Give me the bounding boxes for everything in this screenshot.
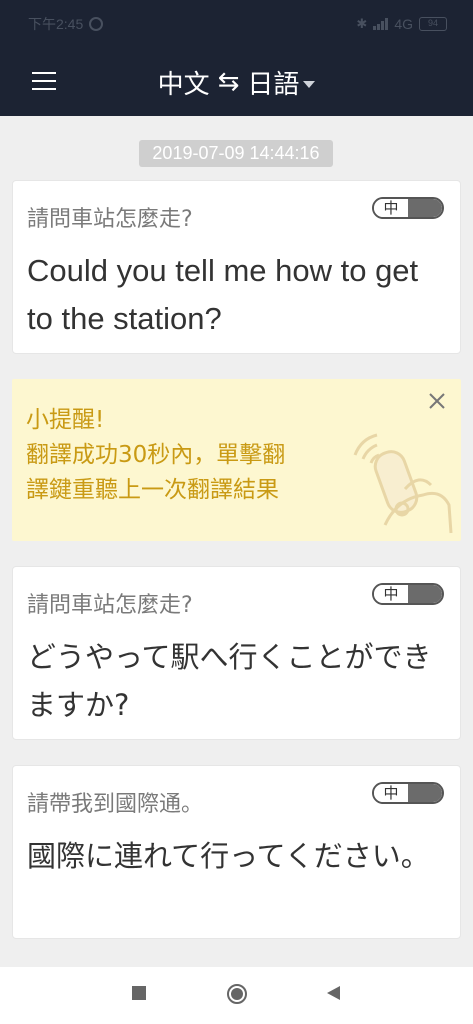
conversation-timestamp: 2019-07-09 14:44:16 (139, 140, 333, 167)
top-bar: 下午2:45 ✱ 4G 94 中文 ⇆ 日語 (0, 0, 473, 116)
tip-line-1: 翻譯成功30秒內，單擊翻 (26, 442, 286, 468)
tip-title: 小提醒! (26, 407, 105, 433)
alarm-icon (89, 17, 104, 31)
status-bar: 下午2:45 ✱ 4G 94 (0, 0, 473, 48)
translation-card[interactable]: 請問車站怎麼走? 中 Could you tell me how to get … (12, 180, 461, 354)
toggle-label: 中 (374, 784, 408, 802)
toggle-label: 中 (374, 199, 408, 217)
menu-button[interactable] (32, 70, 56, 92)
toggle-knob (408, 199, 442, 217)
language-toggle[interactable]: 中 (372, 583, 444, 605)
toggle-knob (408, 784, 442, 802)
language-selector[interactable]: 中文 ⇆ 日語 (158, 64, 316, 101)
source-text: 請問車站怎麼走? (27, 593, 193, 618)
dropdown-caret-icon (303, 80, 316, 88)
tip-line-2: 譯鍵重聽上一次翻譯結果 (26, 477, 279, 503)
translation-text: どうやって駅へ行くことができますか? (27, 640, 432, 722)
network-label: 4G (394, 16, 413, 32)
translation-card[interactable]: 請問車站怎麼走? 中 どうやって駅へ行くことができますか? (12, 566, 461, 740)
tip-text: 小提醒! 翻譯成功30秒內，單擊翻 譯鍵重聽上一次翻譯結果 (26, 403, 285, 508)
translation-card[interactable]: 請帶我到國際通。 中 國際に連れて行ってください。 (12, 765, 461, 939)
system-nav-bar (0, 967, 473, 1024)
source-text: 請帶我到國際通。 (27, 792, 204, 817)
battery-icon: 94 (419, 17, 447, 31)
target-language: 日語 (247, 69, 300, 100)
tip-banner: 小提醒! 翻譯成功30秒內，單擊翻 譯鍵重聽上一次翻譯結果 (12, 379, 461, 541)
close-icon[interactable] (427, 391, 447, 411)
language-toggle[interactable]: 中 (372, 197, 444, 219)
tap-hand-icon (353, 433, 453, 534)
status-time: 下午2:45 (28, 16, 84, 32)
toggle-label: 中 (374, 585, 408, 603)
home-button-icon[interactable] (226, 983, 248, 1005)
recents-button-icon[interactable] (131, 985, 147, 1001)
back-button-icon[interactable] (325, 985, 341, 1001)
source-language: 中文 (157, 69, 210, 100)
translation-text: 國際に連れて行ってください。 (27, 839, 430, 873)
swap-icon[interactable]: ⇆ (218, 67, 240, 97)
toggle-knob (408, 585, 442, 603)
translation-text: Could you tell me how to get to the stat… (27, 253, 419, 336)
app-header: 中文 ⇆ 日語 (0, 48, 473, 116)
signal-icon (373, 18, 389, 30)
source-text: 請問車站怎麼走? (27, 207, 193, 232)
language-toggle[interactable]: 中 (372, 782, 444, 804)
bluetooth-icon: ✱ (356, 16, 368, 31)
